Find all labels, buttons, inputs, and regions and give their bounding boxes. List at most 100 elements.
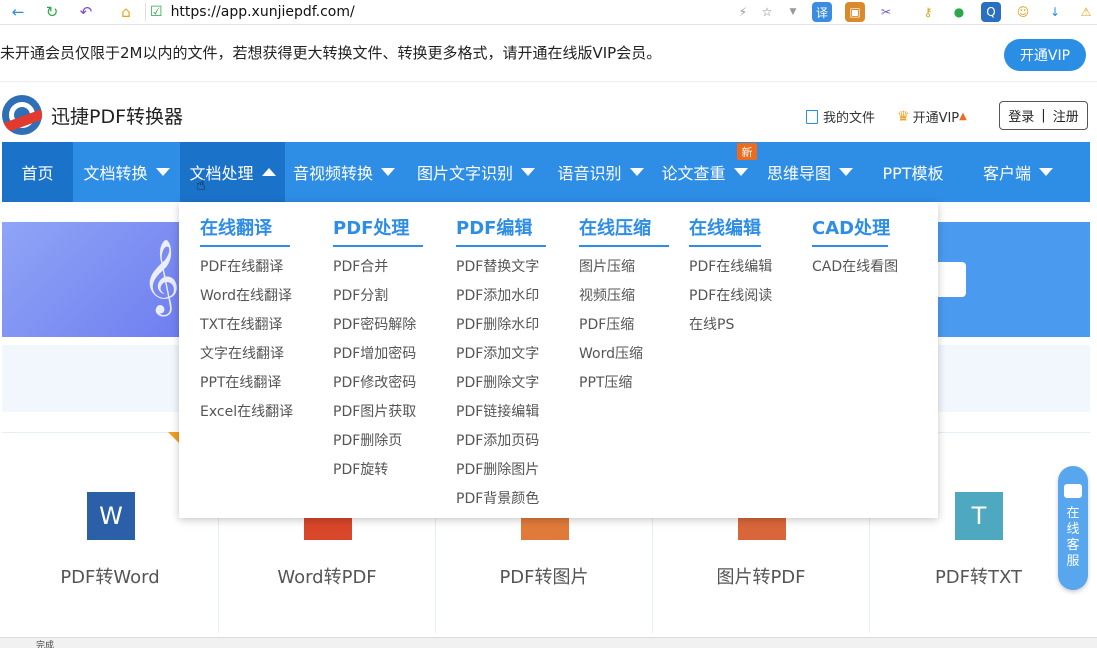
nav-label: 文档转换: [83, 164, 148, 183]
menu-item[interactable]: PDF修改密码: [333, 369, 423, 398]
flame-icon: ▲: [959, 111, 967, 122]
register-link[interactable]: 注册: [1053, 106, 1079, 125]
chevron-down-icon: [521, 168, 535, 176]
online-service-button[interactable]: 在线客服: [1058, 466, 1088, 590]
column-heading[interactable]: 在线翻译: [200, 214, 290, 247]
menu-item[interactable]: PDF添加水印: [456, 282, 546, 311]
status-text: 完成: [36, 641, 55, 648]
chevron-down-icon: [155, 168, 170, 176]
menu-item[interactable]: Word压缩: [579, 340, 669, 369]
chevron-down-icon: [381, 168, 395, 176]
star-icon[interactable]: ☆: [757, 2, 777, 22]
smiley-icon[interactable]: ☺: [1013, 2, 1033, 22]
dropdown-column-translate: 在线翻译 PDF在线翻译 Word在线翻译 TXT在线翻译 文字在线翻译 PPT…: [200, 214, 293, 427]
hand-cursor-icon: ☝: [196, 175, 206, 194]
menu-item[interactable]: TXT在线翻译: [200, 311, 293, 340]
lightning-icon[interactable]: ⚡: [733, 2, 753, 22]
game-icon[interactable]: ●: [949, 2, 969, 22]
menu-item[interactable]: PDF图片获取: [333, 398, 423, 427]
menu-item[interactable]: PDF删除文字: [456, 369, 546, 398]
nav-speech[interactable]: 语音识别: [549, 142, 652, 202]
menu-item[interactable]: PDF删除图片: [456, 456, 546, 485]
chevron-down-icon: [733, 168, 748, 176]
menu-item[interactable]: Word在线翻译: [200, 282, 293, 311]
open-vip-button[interactable]: 开通VIP: [1004, 39, 1086, 71]
menu-item[interactable]: PDF旋转: [333, 456, 423, 485]
nav-label: 语音识别: [557, 164, 622, 183]
scissors-icon[interactable]: ✂: [876, 2, 896, 22]
reload-icon[interactable]: ↻: [42, 2, 62, 22]
menu-item[interactable]: PDF背景颜色: [456, 485, 546, 514]
menu-item[interactable]: PDF在线翻译: [200, 253, 293, 282]
menu-item[interactable]: Excel在线翻译: [200, 398, 293, 427]
bell-icon[interactable]: ⚠: [1076, 2, 1096, 22]
nav-label: 思维导图: [766, 164, 831, 183]
menu-item[interactable]: 视频压缩: [579, 282, 669, 311]
undo-icon[interactable]: ↶: [76, 2, 96, 22]
dropdown-column-online-edit: 在线编辑 PDF在线编辑 PDF在线阅读 在线PS: [689, 214, 772, 340]
login-link[interactable]: 登录: [1008, 106, 1034, 125]
chevron-down-icon: [1039, 168, 1053, 176]
nav-home[interactable]: 首页: [2, 142, 73, 202]
menu-item[interactable]: 图片压缩: [579, 253, 669, 282]
treble-clef-icon: 𝄞: [142, 240, 180, 314]
menu-item[interactable]: PDF增加密码: [333, 340, 423, 369]
nav-label: 论文查重: [661, 164, 726, 183]
browser-status-bar: 完成: [0, 637, 1097, 648]
nav-ocr[interactable]: 图片文字识别: [403, 142, 549, 202]
chevron-down-icon[interactable]: ▼: [783, 2, 803, 22]
menu-item[interactable]: 文字在线翻译: [200, 340, 293, 369]
nav-mindmap[interactable]: 思维导图: [757, 142, 863, 202]
menu-item[interactable]: PDF删除页: [333, 427, 423, 456]
site-name[interactable]: 迅捷PDF转换器: [51, 102, 183, 129]
nav-av-convert[interactable]: 音视频转换: [285, 142, 403, 202]
column-heading[interactable]: PDF处理: [333, 214, 423, 247]
nav-client[interactable]: 客户端: [963, 142, 1073, 202]
vip-link[interactable]: ♛ 开通VIP ▲: [897, 107, 967, 127]
menu-item[interactable]: PPT压缩: [579, 369, 669, 398]
menu-item[interactable]: PDF删除水印: [456, 311, 546, 340]
secure-shield-icon: ☑: [150, 4, 163, 20]
nav-label: 首页: [21, 164, 54, 183]
vip-notice-bar: 未开通会员仅限于2M以内的文件，若想获得更大转换文件、转换更多格式，请开通在线版…: [0, 26, 1097, 82]
menu-item[interactable]: PDF在线阅读: [689, 282, 772, 311]
bookmark-ext-icon[interactable]: ▣: [845, 2, 865, 22]
download-icon[interactable]: ↓: [1045, 2, 1065, 22]
menu-item[interactable]: PDF链接编辑: [456, 398, 546, 427]
nav-label: 音视频转换: [292, 164, 373, 183]
back-icon[interactable]: ←: [8, 2, 28, 22]
url-text: https://app.xunjiepdf.com/: [170, 4, 355, 20]
translate-icon[interactable]: 译: [812, 2, 832, 22]
menu-item[interactable]: PDF密码解除: [333, 311, 423, 340]
column-heading[interactable]: 在线编辑: [689, 214, 761, 247]
chat-bubble-icon: [1064, 484, 1082, 498]
my-files-link[interactable]: 我的文件: [806, 107, 875, 126]
nav-label: PPT模板: [882, 164, 944, 183]
column-heading[interactable]: 在线压缩: [579, 214, 669, 247]
nav-label: 客户端: [982, 164, 1031, 183]
address-bar[interactable]: ☑ https://app.xunjiepdf.com/: [150, 0, 740, 24]
logo-icon[interactable]: [2, 95, 42, 135]
nav-ppt-template[interactable]: PPT模板: [863, 142, 963, 202]
menu-item[interactable]: PDF添加文字: [456, 340, 546, 369]
home-icon[interactable]: ⌂: [116, 2, 136, 22]
banner-search-input[interactable]: [938, 262, 966, 297]
column-heading[interactable]: PDF编辑: [456, 214, 546, 247]
menu-item[interactable]: 在线PS: [689, 311, 772, 340]
menu-item[interactable]: PDF合并: [333, 253, 423, 282]
menu-item[interactable]: PPT在线翻译: [200, 369, 293, 398]
key-icon[interactable]: ⚷: [918, 2, 938, 22]
chevron-down-icon: [839, 168, 853, 176]
menu-item[interactable]: PDF添加页码: [456, 427, 546, 456]
nav-doc-convert[interactable]: 文档转换: [73, 142, 180, 202]
login-register-box: 登录 | 注册: [999, 101, 1088, 130]
menu-item[interactable]: PDF压缩: [579, 311, 669, 340]
search-ext-icon[interactable]: Q: [981, 2, 1001, 22]
column-heading[interactable]: CAD处理: [812, 214, 890, 247]
menu-item[interactable]: PDF替换文字: [456, 253, 546, 282]
menu-item[interactable]: PDF在线编辑: [689, 253, 772, 282]
menu-item[interactable]: CAD在线看图: [812, 253, 898, 282]
menu-item[interactable]: PDF分割: [333, 282, 423, 311]
word-icon: W: [87, 492, 135, 540]
nav-label: 图片文字识别: [416, 164, 513, 183]
